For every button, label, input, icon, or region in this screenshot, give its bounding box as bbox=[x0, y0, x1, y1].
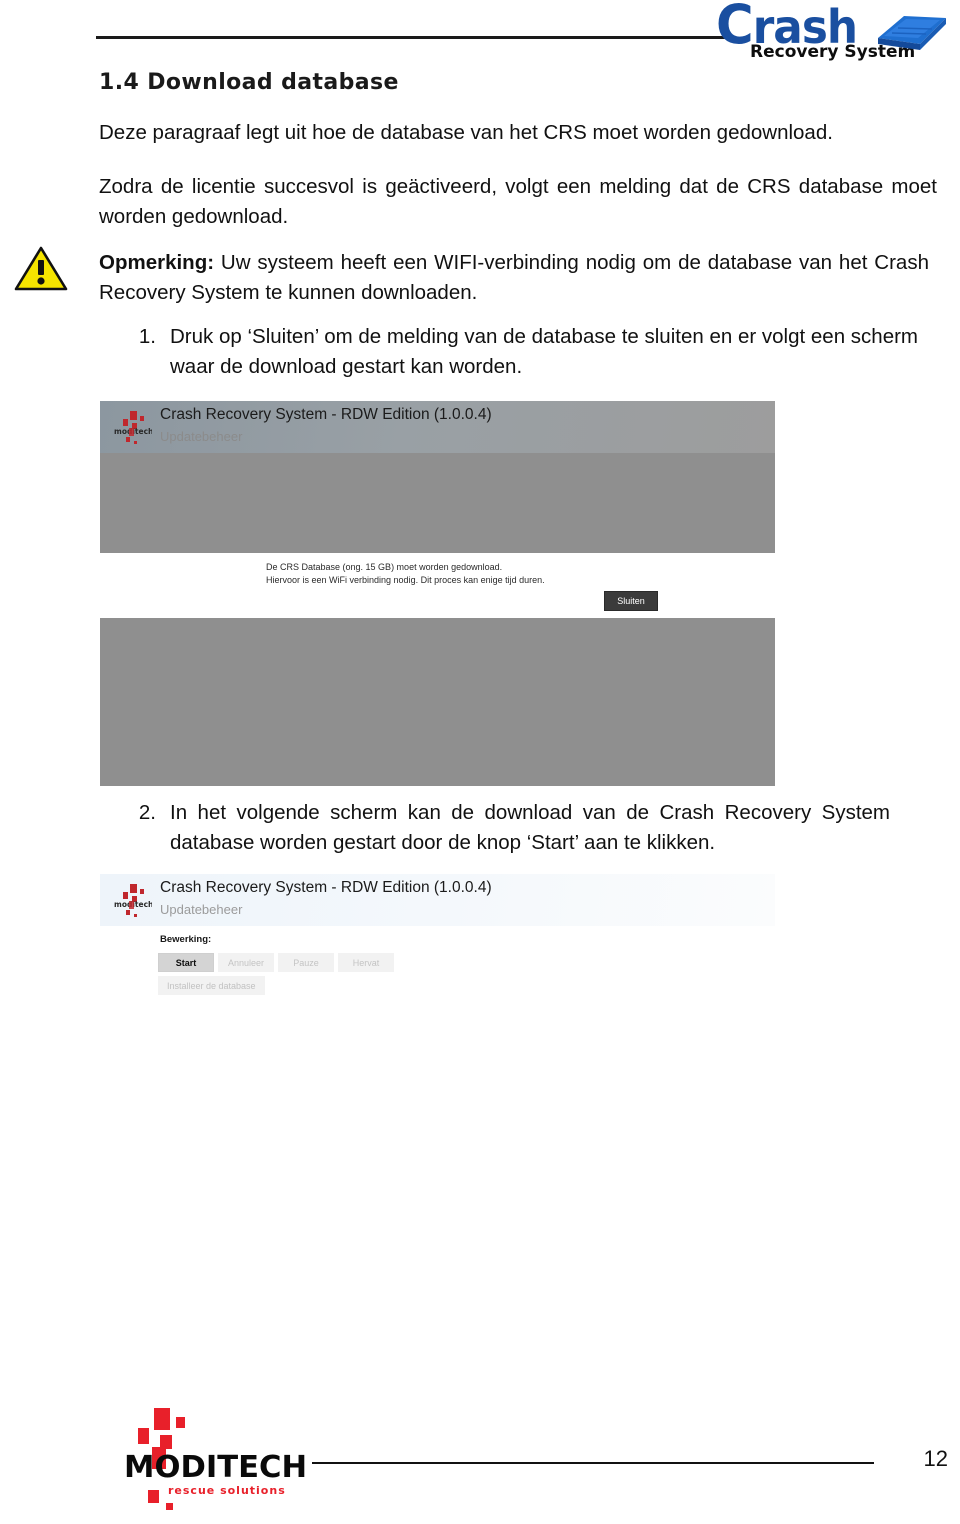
operation-label: Bewerking: bbox=[160, 934, 212, 945]
sluiten-button[interactable]: Sluiten bbox=[604, 591, 658, 611]
annuleer-button: Annuleer bbox=[218, 953, 274, 972]
installeer-database-button: Installeer de database bbox=[158, 976, 265, 995]
step-1: 1. Druk op ‘Sluiten’ om de melding van d… bbox=[128, 322, 918, 382]
footer-tagline: rescue solutions bbox=[168, 1484, 286, 1497]
moditech-logo-icon: moditech bbox=[114, 884, 152, 917]
logo-wordmark-capital: C bbox=[716, 0, 754, 56]
warning-triangle-icon bbox=[14, 246, 68, 291]
crash-recovery-system-logo: Crash Recovery System bbox=[710, 0, 950, 66]
download-dialog: De CRS Database (ong. 15 GB) moet worden… bbox=[100, 553, 775, 618]
app-window-header-2: moditech Crash Recovery System - RDW Edi… bbox=[100, 874, 775, 926]
note-paragraph: Opmerking: Uw systeem heeft een WIFI-ver… bbox=[99, 248, 929, 308]
page-footer: MODITECH rescue solutions 12 bbox=[0, 1394, 960, 1524]
app-subtitle-1: Updatebeheer bbox=[160, 429, 243, 444]
page-number: 12 bbox=[923, 1446, 948, 1471]
moditech-footer-logo: MODITECH rescue solutions bbox=[110, 1402, 310, 1512]
footer-company-name: MODITECH bbox=[124, 1450, 308, 1485]
app-content-area-top bbox=[100, 453, 775, 553]
step-2: 2. In het volgende scherm kan de downloa… bbox=[128, 798, 890, 858]
app-title-2: Crash Recovery System - RDW Edition (1.0… bbox=[160, 879, 492, 896]
app-screenshot-download-prompt: moditech Crash Recovery System - RDW Edi… bbox=[100, 401, 775, 786]
dialog-message: De CRS Database (ong. 15 GB) moet worden… bbox=[266, 561, 545, 587]
app-subtitle-2: Updatebeheer bbox=[160, 902, 243, 917]
operation-button-row: Start Annuleer Pauze Hervat bbox=[158, 953, 394, 972]
app-content-area-bottom bbox=[100, 618, 775, 786]
hervat-button: Hervat bbox=[338, 953, 394, 972]
dialog-message-line-1: De CRS Database (ong. 15 GB) moet worden… bbox=[266, 562, 503, 572]
activation-paragraph: Zodra de licentie succesvol is geäctivee… bbox=[99, 175, 937, 228]
footer-divider-line bbox=[312, 1462, 874, 1464]
moditech-logo-icon: moditech bbox=[114, 411, 152, 444]
page-title: 1.4 Download database bbox=[99, 70, 399, 95]
header-divider-line bbox=[96, 36, 736, 39]
step-2-text: In het volgende scherm kan de download v… bbox=[170, 801, 890, 854]
pauze-button: Pauze bbox=[278, 953, 334, 972]
app-window-header-1: moditech Crash Recovery System - RDW Edi… bbox=[100, 401, 775, 453]
page-header: Crash Recovery System bbox=[0, 0, 960, 70]
step-1-text: Druk op ‘Sluiten’ om de melding van de d… bbox=[170, 325, 918, 378]
app-screenshot-update-controls: moditech Crash Recovery System - RDW Edi… bbox=[100, 874, 775, 996]
dialog-message-line-2: Hiervoor is een WiFi verbinding nodig. D… bbox=[266, 575, 545, 585]
note-text: Uw systeem heeft een WIFI-verbinding nod… bbox=[99, 251, 929, 304]
step-1-number: 1. bbox=[138, 325, 156, 348]
app-title-1: Crash Recovery System - RDW Edition (1.0… bbox=[160, 406, 492, 423]
start-button[interactable]: Start bbox=[158, 953, 214, 972]
blue-box-icon bbox=[878, 16, 946, 50]
note-label: Opmerking: bbox=[99, 251, 215, 274]
operation-panel: Bewerking: Start Annuleer Pauze Hervat I… bbox=[100, 926, 775, 996]
intro-paragraph: Deze paragraaf legt uit hoe de database … bbox=[99, 121, 833, 144]
step-2-number: 2. bbox=[138, 801, 156, 824]
